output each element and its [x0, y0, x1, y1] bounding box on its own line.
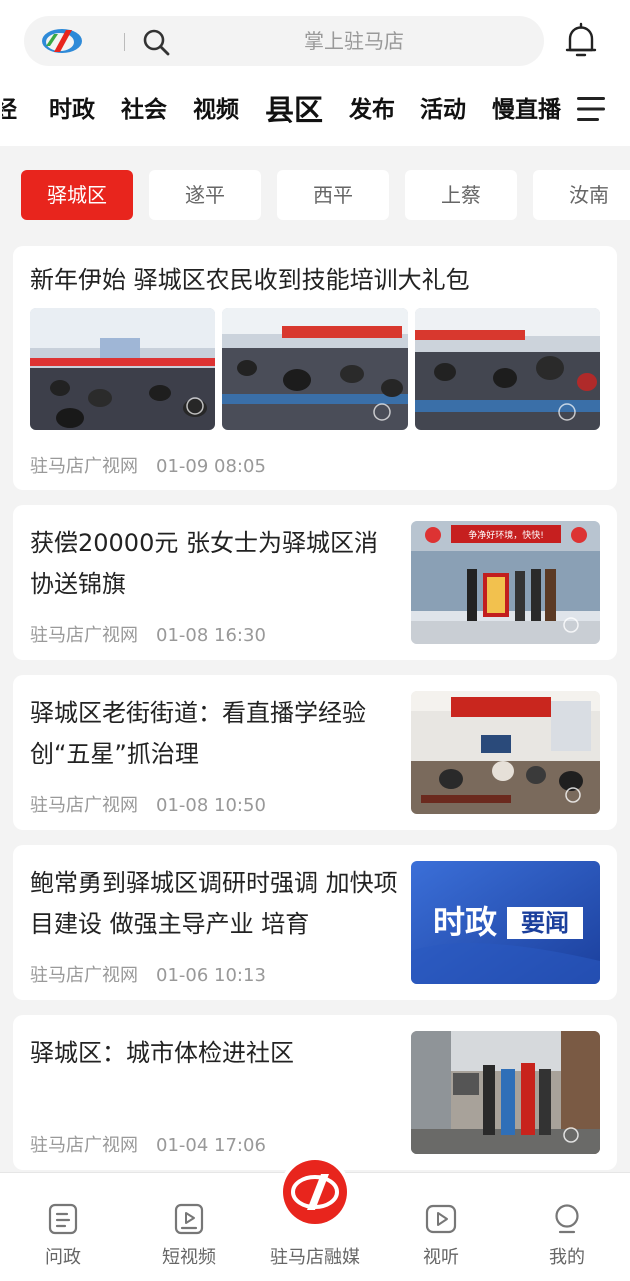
- news-source: 驻马店广视网: [30, 1135, 138, 1156]
- document-icon: [48, 1203, 78, 1235]
- nav-label: 问政: [45, 1247, 81, 1268]
- news-image: [415, 308, 600, 430]
- news-card-1[interactable]: 新年伊始 驿城区农民收到技能培训大礼包 驻马店广视网 01-09 08:05: [13, 246, 617, 490]
- news-time: 01-04 17:06: [156, 1135, 266, 1156]
- news-thumbnail: [411, 1031, 600, 1154]
- news-meta: 驻马店广视网 01-04 17:06: [30, 1131, 266, 1157]
- news-time: 01-09 08:05: [156, 456, 266, 477]
- news-thumbnail: [411, 691, 600, 814]
- profile-icon: [555, 1204, 579, 1234]
- center-home-button[interactable]: [283, 1160, 347, 1224]
- nav-short-video[interactable]: 短视频: [126, 1173, 252, 1281]
- tab-politics[interactable]: 时政: [49, 84, 95, 136]
- news-time: 01-08 16:30: [156, 625, 266, 646]
- news-source: 驻马店广视网: [30, 456, 138, 477]
- news-time: 01-06 10:13: [156, 965, 266, 986]
- top-bar: 掌上驻马店: [0, 0, 630, 84]
- tab-county[interactable]: 县区: [265, 84, 323, 136]
- news-card-4[interactable]: 鲍常勇到驿城区调研时强调 加快项目建设 做强主导产业 培育 驻马店广视网 01-0…: [13, 845, 617, 1000]
- news-meta: 驻马店广视网 01-08 10:50: [30, 791, 266, 817]
- tab-society[interactable]: 社会: [121, 84, 167, 136]
- news-source: 驻马店广视网: [30, 625, 138, 646]
- news-card-3[interactable]: 驿城区老街街道：看直播学经验创“五星”抓治理 驻马店广视网 01-08 10:50: [13, 675, 617, 830]
- news-time: 01-08 10:50: [156, 795, 266, 816]
- bell-icon[interactable]: [562, 22, 600, 60]
- play-icon: [425, 1204, 457, 1234]
- search-bar[interactable]: 掌上驻马店: [24, 16, 544, 66]
- district-filter: 驿城区 遂平 西平 上蔡 汝南: [0, 170, 630, 220]
- news-card-2[interactable]: 获偿20000元 张女士为驿城区消协送锦旗 驻马店广视网 01-08 16:30 …: [13, 505, 617, 660]
- app-logo-icon: [291, 1174, 339, 1210]
- news-title: 驿城区老街街道：看直播学经验创“五星”抓治理: [30, 699, 366, 765]
- district-runan[interactable]: 汝南: [533, 170, 630, 220]
- tab-slow-live[interactable]: 慢直播: [492, 84, 561, 136]
- nav-wenzheng[interactable]: 问政: [0, 1173, 126, 1281]
- news-meta: 驻马店广视网 01-09 08:05: [30, 452, 266, 478]
- nav-audio-visual[interactable]: 视听: [378, 1173, 504, 1281]
- tab-events[interactable]: 活动: [420, 84, 466, 136]
- news-meta: 驻马店广视网 01-06 10:13: [30, 961, 266, 987]
- search-icon[interactable]: [142, 28, 170, 56]
- news-source: 驻马店广视网: [30, 965, 138, 986]
- app-logo-icon: [42, 29, 82, 53]
- tab-video[interactable]: 视频: [193, 84, 239, 136]
- nav-profile[interactable]: 我的: [504, 1173, 630, 1281]
- nav-label: 我的: [549, 1247, 585, 1268]
- district-suiping[interactable]: 遂平: [149, 170, 261, 220]
- short-video-icon: [174, 1203, 204, 1235]
- nav-label: 视听: [423, 1247, 459, 1268]
- news-meta: 驻马店广视网 01-08 16:30: [30, 621, 266, 647]
- district-shangcai[interactable]: 上蔡: [405, 170, 517, 220]
- district-xiping[interactable]: 西平: [277, 170, 389, 220]
- tab-release[interactable]: 发布: [349, 84, 395, 136]
- nav-label: 驻马店融媒: [270, 1247, 360, 1268]
- politics-text-b: 要闻: [521, 909, 569, 937]
- search-separator: [124, 33, 125, 51]
- news-title: 新年伊始 驿城区农民收到技能培训大礼包: [30, 266, 470, 294]
- news-card-5[interactable]: 驿城区：城市体检进社区 驻马店广视网 01-04 17:06: [13, 1015, 617, 1170]
- search-placeholder: 掌上驻马店: [304, 29, 404, 53]
- news-source: 驻马店广视网: [30, 795, 138, 816]
- politics-text-a: 时政: [433, 903, 497, 941]
- menu-icon[interactable]: [577, 96, 607, 122]
- news-thumbnail: 时政 要闻: [411, 861, 600, 984]
- tab-partial[interactable]: 经: [2, 84, 17, 136]
- channel-tabs: 经 时政 社会 视频 县区 发布 活动 慢直播: [0, 84, 630, 146]
- nav-label: 短视频: [162, 1247, 216, 1268]
- news-title: 驿城区：城市体检进社区: [30, 1039, 294, 1067]
- news-image: [30, 308, 215, 430]
- news-title: 获偿20000元 张女士为驿城区消协送锦旗: [30, 529, 378, 595]
- banner-text: 争净好环境，快快!: [468, 529, 544, 541]
- news-thumbnail: 争净好环境，快快!: [411, 521, 600, 644]
- news-title: 鲍常勇到驿城区调研时强调 加快项目建设 做强主导产业 培育: [30, 869, 398, 935]
- district-yicheng[interactable]: 驿城区: [21, 170, 133, 220]
- news-image: [222, 308, 408, 430]
